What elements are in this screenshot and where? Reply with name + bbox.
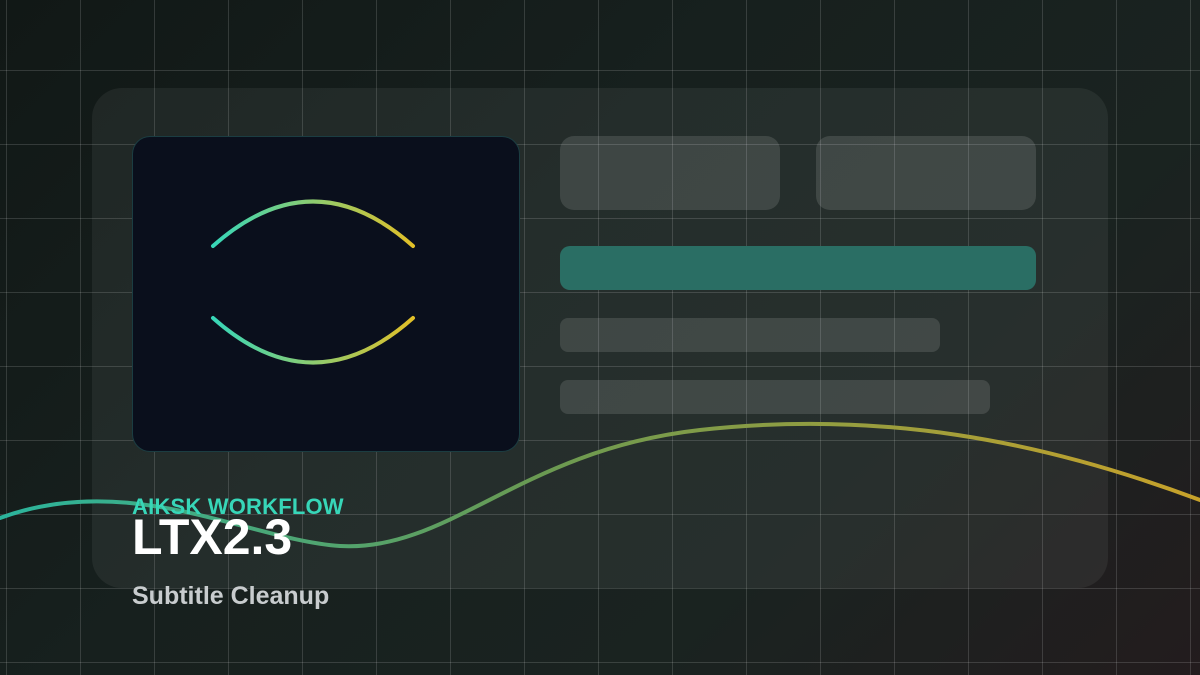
page-subtitle: Subtitle Cleanup <box>132 582 330 610</box>
placeholder-line-1 <box>560 318 940 352</box>
placeholder-chip-2 <box>816 136 1036 210</box>
page-title: LTX2.3 <box>132 509 293 565</box>
placeholder-line-2 <box>560 380 990 414</box>
preview-card <box>132 136 520 452</box>
accent-progress-bar <box>560 246 1036 290</box>
eye-icon <box>211 199 415 365</box>
placeholder-chip-1 <box>560 136 780 210</box>
